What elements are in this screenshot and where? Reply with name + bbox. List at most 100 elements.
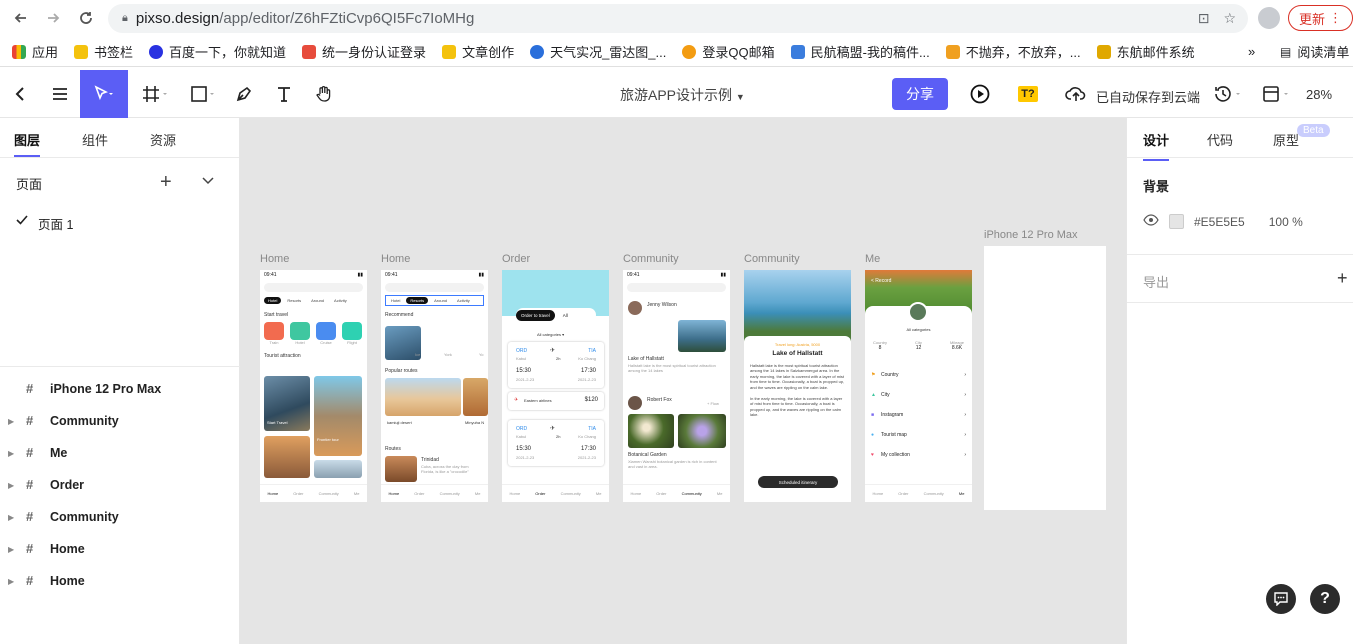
tab-prototype[interactable]: 原型 (1273, 130, 1299, 149)
translate-icon[interactable]: ⊡ (1198, 10, 1210, 27)
profile-avatar[interactable] (1258, 7, 1280, 29)
frame-label[interactable]: Home (381, 253, 410, 265)
bookmark-never-give-up[interactable]: 不抛弃，不放弃，... (945, 42, 1081, 61)
layer-item[interactable]: ▶ # Me (8, 443, 67, 463)
rectangle-tool-icon[interactable] (186, 70, 220, 118)
layer-item[interactable]: ▶ # Community (8, 411, 119, 431)
cloud-upload-icon[interactable] (1064, 70, 1088, 118)
chip: Resorts (406, 297, 429, 304)
expand-arrow-icon[interactable]: ▶ (8, 513, 16, 522)
bookmark-folder[interactable]: 书签栏 (74, 42, 133, 61)
bg-color-value[interactable]: #E5E5E5 (1194, 215, 1245, 229)
select-tool-icon[interactable] (80, 70, 128, 118)
bookmark-article[interactable]: 文章创作 (442, 42, 514, 61)
frame-tool-icon[interactable] (138, 70, 172, 118)
history-icon[interactable] (1210, 70, 1246, 118)
me-frame[interactable]: < Record All categories Country 8 City 12 … (865, 270, 972, 502)
tab-code[interactable]: 代码 (1207, 130, 1233, 149)
home-frame[interactable]: 09:41 ▮▮ Hotel Resorts Around Activity Re… (381, 270, 488, 502)
expand-arrow-icon[interactable]: ▶ (8, 417, 16, 426)
menu-item: ♥ My collection › (871, 445, 966, 465)
iphone-frame[interactable] (984, 246, 1106, 510)
reload-icon[interactable] (75, 7, 97, 29)
bookmark-ceair[interactable]: 东航邮件系统 (1096, 42, 1195, 61)
frame-label[interactable]: Home (260, 253, 289, 265)
bookmark-label: 东航邮件系统 (1116, 45, 1195, 60)
reading-list-label: 阅读清单 (1297, 45, 1350, 60)
expand-arrow-icon[interactable]: ▶ (8, 577, 16, 586)
font-missing-icon[interactable]: T? (1018, 86, 1038, 102)
apps-grid-icon (12, 44, 26, 59)
bookmark-weather[interactable]: 天气实况_雷达图_... (530, 42, 666, 61)
play-icon[interactable] (968, 70, 992, 118)
frame-label[interactable]: Community (744, 253, 800, 265)
help-icon[interactable]: ? (1310, 584, 1340, 614)
flight-icon: Flight (342, 322, 362, 345)
category-chips: Hotel Resorts Around Activity (385, 295, 484, 306)
home-frame[interactable]: 09:41 ▮▮ Hotel Resorts Around Activity St… (260, 270, 367, 502)
tab-assets[interactable]: 资源 (150, 118, 176, 157)
chevron-down-icon[interactable] (202, 172, 214, 188)
recommend-tag: York (444, 352, 452, 357)
layer-item[interactable]: ▶ # Home (8, 539, 85, 559)
community-frame[interactable]: 09:41 ▮▮ Jenny Wilson Lake of Hallstatt H… (623, 270, 730, 502)
layer-label: Me (50, 446, 68, 460)
tab-label: Community (923, 491, 944, 496)
zoom-level[interactable]: 28% (1306, 87, 1332, 102)
address-bar[interactable]: 🔒︎ pixso.design/app/editor/Z6hFZtiCvp6QI… (108, 4, 1248, 33)
layer-item[interactable]: ▶ # Home (8, 571, 85, 591)
add-export-icon[interactable]: + (1337, 268, 1348, 289)
bookmark-caac[interactable]: 民航稿盟-我的稿件... (790, 42, 930, 61)
file-title[interactable]: 旅游APP设计示例 ▼ (620, 85, 745, 105)
tab-layers[interactable]: 图层 (14, 118, 41, 157)
frame-icon: # (26, 573, 34, 588)
layout-icon[interactable] (1258, 70, 1294, 118)
chat-icon[interactable] (1266, 584, 1296, 614)
share-button[interactable]: 分享 (892, 78, 948, 110)
frame-label[interactable]: Order (502, 253, 530, 265)
bookmark-baidu[interactable]: 百度一下，你就知道 (149, 42, 286, 61)
menu-icon[interactable] (48, 70, 72, 118)
tab-design[interactable]: 设计 (1143, 130, 1170, 161)
page-item[interactable]: 页面 1 (16, 214, 73, 233)
design-canvas[interactable]: Home Home Order Community Community Me i… (240, 118, 1126, 644)
expand-arrow-icon[interactable]: ▶ (8, 481, 16, 490)
community-detail-frame[interactable]: Travel long: Austria, 5000 Lake of Halls… (744, 270, 851, 502)
frame-label[interactable]: Community (623, 253, 679, 265)
layer-item[interactable]: ▶ # Community (8, 507, 119, 527)
attraction-image (264, 436, 310, 478)
bg-opacity-value[interactable]: 100 % (1269, 215, 1303, 229)
layer-item[interactable]: # iPhone 12 Pro Max (8, 379, 161, 399)
flight-card: ORD TIA ✈︎ Kabul 2h Ko Chang 15:30 17:30… (508, 342, 604, 388)
bookmark-auth[interactable]: 统一身份认证登录 (302, 42, 426, 61)
frame-label[interactable]: iPhone 12 Pro Max (984, 229, 1078, 241)
back-arrow-icon[interactable] (8, 70, 32, 118)
order-frame[interactable]: Order to travel All All categories ▾ ORD… (502, 270, 609, 502)
post-paragraph: In the early morning, the lake is covere… (750, 396, 843, 418)
t-badge-label: T? (1021, 88, 1035, 100)
tab-label: Order (414, 491, 425, 496)
bookmark-apps[interactable]: 应用 (12, 42, 58, 61)
tab-components[interactable]: 组件 (82, 118, 108, 157)
bookmarks-more[interactable]: » (1248, 44, 1255, 59)
search-field (627, 283, 726, 292)
frame-icon: # (26, 541, 34, 556)
color-swatch[interactable] (1169, 214, 1184, 229)
star-icon[interactable]: ☆ (1223, 10, 1236, 27)
layer-item[interactable]: ▶ # Order (8, 475, 84, 495)
forward-icon[interactable] (42, 7, 64, 29)
garden-image (678, 414, 726, 448)
add-page-icon[interactable]: + (160, 171, 172, 194)
eye-icon[interactable] (1143, 214, 1159, 229)
update-button[interactable]: 更新 ⋮ (1288, 5, 1353, 31)
back-icon[interactable] (10, 7, 32, 29)
frame-label[interactable]: Me (865, 253, 880, 265)
route-image (385, 378, 461, 416)
expand-arrow-icon[interactable]: ▶ (8, 545, 16, 554)
text-tool-icon[interactable] (272, 70, 296, 118)
hand-tool-icon[interactable] (312, 70, 336, 118)
expand-arrow-icon[interactable]: ▶ (8, 449, 16, 458)
pen-tool-icon[interactable] (232, 70, 256, 118)
bookmark-qqmail[interactable]: 登录QQ邮箱 (682, 42, 775, 61)
reading-list[interactable]: ▤ 阅读清单 (1280, 42, 1349, 61)
